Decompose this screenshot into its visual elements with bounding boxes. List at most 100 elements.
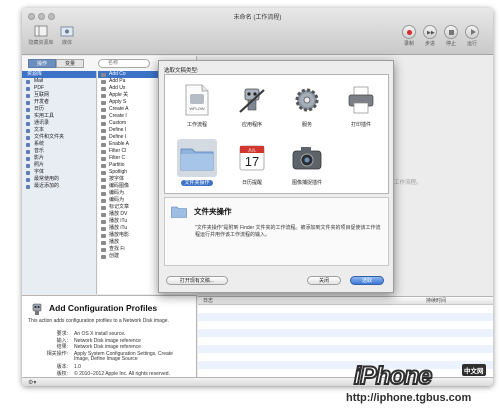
library-item-label: 开发者 <box>34 99 50 105</box>
sheet-label: 选取文稿类型: <box>164 68 199 74</box>
step-button[interactable]: ▶▶ 步进 <box>420 25 440 47</box>
template-workflow[interactable]: WFLOW 工作流程 <box>167 77 227 132</box>
action-icon <box>101 121 106 126</box>
library-item-label: 系统 <box>34 141 45 147</box>
template-service[interactable]: 服务 <box>277 77 337 132</box>
action-item-label: Add Us <box>109 85 126 91</box>
library-item[interactable]: 日历 <box>22 106 96 113</box>
action-icon <box>101 100 106 105</box>
action-icon <box>101 93 106 98</box>
library-category-icon <box>26 170 30 175</box>
library-item[interactable]: Mail <box>22 78 96 85</box>
search-input[interactable]: 名称 <box>98 59 150 68</box>
library-list[interactable]: 资源库 Mail PDF 互联网 开发者 日历 实用工具 通讯录 文本 文件和文件夹 系统 音乐 影片照… <box>22 71 97 294</box>
tab-actions[interactable]: 操作 <box>28 59 56 68</box>
watermark-badge: 中文网 <box>462 364 486 376</box>
library-item-label: 资源库 <box>27 71 43 77</box>
folder-icon <box>171 206 187 218</box>
library-item-label: 互联网 <box>34 92 50 98</box>
library-item[interactable]: 系统 <box>22 141 96 148</box>
template-label: 文件夹操作 <box>181 180 213 186</box>
library-item[interactable]: 字体 <box>22 169 96 176</box>
library-icon <box>34 25 48 37</box>
log-header: 日志 持续时间 <box>198 297 493 305</box>
open-existing-button[interactable]: 打开现有文稿... <box>166 276 228 285</box>
action-icon <box>101 184 106 189</box>
action-item-label: Create I <box>109 113 127 119</box>
description-summary: This action adds configuration profiles … <box>28 318 169 324</box>
library-item[interactable]: 最近添加的 <box>22 183 96 190</box>
action-item-label: 创建 <box>109 253 120 259</box>
action-icon <box>101 107 106 112</box>
library-category-icon <box>26 177 30 182</box>
library-category-icon <box>26 121 30 126</box>
template-label: 工作流程 <box>186 122 207 128</box>
library-item[interactable]: 照片 <box>22 162 96 169</box>
automator-robot-icon <box>32 303 42 315</box>
action-item-label: Filter C <box>109 155 126 161</box>
library-item[interactable]: 文本 <box>22 127 96 134</box>
library-item[interactable]: 文件和文件夹 <box>22 134 96 141</box>
action-icon <box>101 212 106 217</box>
description-value: © 2010–2012 Apple Inc. All rights reserv… <box>74 370 170 377</box>
template-print-plugin[interactable]: 打印插件 <box>331 77 391 132</box>
action-icon <box>101 240 106 245</box>
action-item-label: 播放 iTu <box>109 218 128 224</box>
library-item[interactable]: 实用工具 <box>22 113 96 120</box>
template-label: 服务 <box>301 122 312 128</box>
action-icon <box>101 247 106 252</box>
automator-robot-icon <box>239 88 265 113</box>
run-button[interactable]: 运行 <box>462 25 482 47</box>
library-category-icon <box>26 135 30 140</box>
library-item[interactable]: 影片 <box>22 155 96 162</box>
template-calendar-alarm[interactable]: JUL 17 日历提醒 <box>222 135 282 190</box>
log-column-header[interactable]: 日志 <box>203 297 213 305</box>
library-item[interactable]: 音乐 <box>22 148 96 155</box>
action-icon <box>101 205 106 210</box>
library-item[interactable]: 互联网 <box>22 92 96 99</box>
action-item-label: Spotligh <box>109 169 128 175</box>
action-icon <box>101 149 106 154</box>
action-item-label: 播放电影 <box>109 232 130 238</box>
action-item-label: 编码为 <box>109 197 125 203</box>
action-item-label: 按字体 <box>109 176 125 182</box>
close-button[interactable]: 关闭 <box>307 276 341 285</box>
action-icon <box>101 226 106 231</box>
tab-variables[interactable]: 变量 <box>56 59 84 68</box>
folder-icon <box>180 148 214 171</box>
library-item[interactable]: 资源库 <box>22 71 96 78</box>
template-label: 应用程序 <box>241 122 262 128</box>
template-folder-action[interactable]: 文件夹操作 <box>167 135 227 190</box>
camera-icon <box>292 147 322 170</box>
svg-text:WFLOW: WFLOW <box>189 106 205 111</box>
choose-button[interactable]: 选取 <box>350 276 384 285</box>
library-item[interactable]: 开发者 <box>22 99 96 106</box>
action-icon <box>101 198 106 203</box>
library-item-label: 音乐 <box>34 148 45 154</box>
library-item[interactable]: 通讯录 <box>22 120 96 127</box>
action-icon <box>101 142 106 147</box>
action-icon <box>101 191 106 196</box>
gear-icon[interactable]: ⚙▾ <box>28 379 36 386</box>
library-category-icon <box>26 114 30 119</box>
library-item-label: 实用工具 <box>34 113 55 119</box>
gear-icon <box>295 88 319 112</box>
action-icon <box>101 114 106 119</box>
description-key: 版权: <box>56 370 68 377</box>
library-category-icon <box>26 149 30 154</box>
action-item-label: 播放 iTu <box>109 225 128 231</box>
template-application[interactable]: 应用程序 <box>222 77 282 132</box>
media-button[interactable]: 媒体 <box>52 25 82 46</box>
library-item[interactable]: 最常使用的 <box>22 176 96 183</box>
record-button[interactable]: 录制 <box>399 25 419 47</box>
stop-button[interactable]: 停止 <box>441 25 461 47</box>
template-image-capture[interactable]: 图像捕捉插件 <box>277 135 337 190</box>
action-icon <box>101 219 106 224</box>
library-item[interactable]: PDF <box>22 85 96 92</box>
duration-column-header[interactable]: 持续时间 <box>426 297 446 305</box>
action-item-label: Add Pa <box>109 78 126 84</box>
record-icon <box>402 25 416 39</box>
template-label: 日历提醒 <box>241 180 262 186</box>
action-icon <box>101 86 106 91</box>
calendar-icon: JUL 17 <box>239 145 265 171</box>
